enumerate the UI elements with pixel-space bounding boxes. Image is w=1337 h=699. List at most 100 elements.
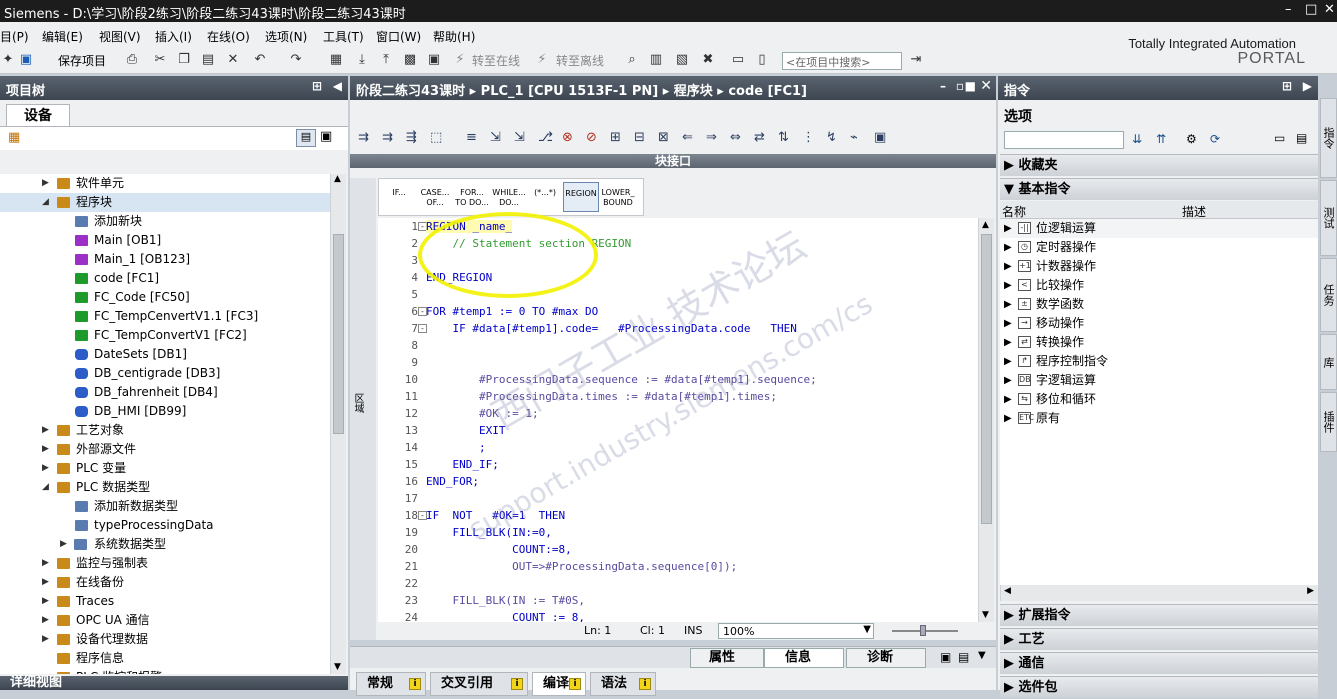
tab-info[interactable]: 信息 <box>764 648 844 668</box>
project-search-input[interactable]: <在项目中搜索> <box>782 52 902 70</box>
layout-list-icon[interactable]: ▤ <box>1296 131 1307 145</box>
go-online-icon[interactable]: ⚡ <box>452 52 468 68</box>
editor-tool-icon[interactable]: ⇄ <box>754 130 765 145</box>
options-refresh-icon[interactable]: ⟳ <box>1210 132 1220 146</box>
editor-tool-icon[interactable]: ⊟ <box>634 130 645 145</box>
breadcrumb-blocks[interactable]: 程序块 <box>674 84 713 99</box>
minimize-button[interactable]: – <box>1285 2 1292 17</box>
code-line[interactable]: OUT=>#ProcessingData.sequence[0]); <box>426 560 737 573</box>
inspector-restore-icon[interactable]: ▣ <box>940 650 951 664</box>
side-tab-instructions[interactable]: 指令 <box>1320 98 1337 178</box>
download-icon[interactable]: ⤓ <box>354 52 370 68</box>
upload-icon[interactable]: ⤒ <box>378 52 394 68</box>
instruction-item[interactable]: ▶ < 比较操作 <box>1000 276 1318 295</box>
editor-tool-icon[interactable]: ⬚ <box>430 130 442 145</box>
code-line[interactable]: EXIT <box>426 424 506 437</box>
inspector-collapse-icon[interactable]: ▼ <box>978 650 986 661</box>
cut-icon[interactable]: ✂ <box>152 52 168 68</box>
col-desc[interactable]: 描述 <box>1182 203 1206 220</box>
expand-arrow-icon[interactable]: ▶ <box>42 174 52 193</box>
editor-tool-icon[interactable]: ⌁ <box>850 130 858 145</box>
expand-arrow-icon[interactable]: ▶ <box>1004 390 1012 409</box>
editor-tool-icon[interactable]: ⇉ <box>358 130 369 145</box>
tree-item[interactable]: ▶ 在线备份 <box>0 573 330 592</box>
instruction-item[interactable]: ▶ -|| 位逻辑运算 <box>1000 219 1318 238</box>
tree-item[interactable]: 添加新块 <box>0 212 330 231</box>
editor-tool-icon[interactable]: ⇔ <box>730 130 741 145</box>
instruction-item[interactable]: ▶ ↱ 程序控制指令 <box>1000 352 1318 371</box>
editor-tool-icon[interactable]: ⇅ <box>778 130 789 145</box>
expand-arrow-icon[interactable]: ▶ <box>42 421 52 440</box>
save-icon[interactable]: ▣ <box>18 52 34 68</box>
collapse-panel-icon[interactable]: ◀ <box>333 79 342 93</box>
print-icon[interactable]: ⎙ <box>124 52 140 68</box>
expand-arrow-icon[interactable]: ▶ <box>1004 409 1012 428</box>
redo-icon[interactable]: ↷ <box>288 52 304 68</box>
tree-item[interactable]: 程序信息 <box>0 649 330 668</box>
bottom-tab[interactable]: 常规 i <box>356 672 426 696</box>
expand-arrow-icon[interactable]: ▶ <box>1004 276 1012 295</box>
zoom-select[interactable]: 100% ▼ <box>718 623 874 639</box>
collapse-panel-icon[interactable]: ▶ <box>1303 79 1312 93</box>
zoom-slider-thumb[interactable] <box>920 625 926 636</box>
instruction-hscrollbar[interactable]: ◀ ▶ <box>1000 585 1318 601</box>
template-button[interactable]: (*...*) <box>529 182 561 212</box>
editor-tool-icon[interactable]: ⊠ <box>658 130 669 145</box>
go-online-button[interactable]: 转至在线 <box>472 52 520 69</box>
template-button[interactable]: WHILE... DO... <box>491 182 527 212</box>
menu-tools[interactable]: 工具(T) <box>323 28 364 45</box>
instruction-item[interactable]: ▶ ± 数学函数 <box>1000 295 1318 314</box>
expand-arrow-icon[interactable]: ▶ <box>1004 295 1012 314</box>
tab-properties[interactable]: 属性 <box>690 648 764 668</box>
bottom-tab[interactable]: 编译 i <box>532 672 586 696</box>
tree-item[interactable]: DB_HMI [DB99] <box>0 402 330 421</box>
tab-diagnostics[interactable]: 诊断 <box>846 648 926 668</box>
expand-arrow-icon[interactable]: ▶ <box>1004 371 1012 390</box>
search-go-icon[interactable]: ⇥ <box>908 52 924 68</box>
search-up-icon[interactable]: ⇈ <box>1156 132 1166 146</box>
template-button[interactable]: REGION <box>563 182 599 212</box>
add-view-icon[interactable]: ▣ <box>320 129 332 144</box>
simulation-icon[interactable]: ▩ <box>402 52 418 68</box>
save-project-button[interactable]: 保存项目 <box>58 52 106 69</box>
basic-instructions-section[interactable]: ▼ 基本指令 <box>1000 178 1318 200</box>
communication-section[interactable]: ▶ 通信 <box>1000 652 1318 674</box>
tree-item[interactable]: Main_1 [OB123] <box>0 250 330 269</box>
search-down-icon[interactable]: ⇊ <box>1132 132 1142 146</box>
menu-view[interactable]: 视图(V) <box>99 28 141 45</box>
instruction-item[interactable]: ▶ ◷ 定时器操作 <box>1000 238 1318 257</box>
code-line[interactable]: ; <box>426 441 486 454</box>
instruction-item[interactable]: ▶ ⇄ 转换操作 <box>1000 333 1318 352</box>
detail-view-header[interactable]: 详细视图 <box>0 676 348 690</box>
editor-maximize-icon[interactable]: ■ <box>965 79 976 93</box>
expand-arrow-icon[interactable]: ▶ <box>42 440 52 459</box>
editor-tool-icon[interactable]: ⊞ <box>610 130 621 145</box>
tree-item[interactable]: Main [OB1] <box>0 231 330 250</box>
cross-reference-icon[interactable]: ▧ <box>674 52 690 68</box>
code-scrollbar[interactable]: ▲ ▼ <box>978 218 994 622</box>
tree-item[interactable]: typeProcessingData <box>0 516 330 535</box>
bottom-tab[interactable]: 交叉引用 i <box>430 672 528 696</box>
template-button[interactable]: CASE... OF... <box>417 182 453 212</box>
tree-item[interactable]: ▶ 外部源文件 <box>0 440 330 459</box>
accessible-devices-icon[interactable]: ⌕ <box>624 52 640 68</box>
block-interface-bar[interactable]: 块接口 <box>350 154 996 168</box>
editor-restore-icon[interactable]: ▫ <box>956 79 964 93</box>
expand-arrow-icon[interactable]: ▶ <box>42 630 52 649</box>
editor-tool-icon[interactable]: ≡ <box>466 130 477 145</box>
editor-tool-icon[interactable]: ⎇ <box>538 130 553 145</box>
side-tab-tasks[interactable]: 任务 <box>1320 258 1337 332</box>
instruction-item[interactable]: ▶ → 移动操作 <box>1000 314 1318 333</box>
device-config-icon[interactable]: ▣ <box>426 52 442 68</box>
new-project-icon[interactable]: ✦ <box>0 52 16 68</box>
tree-item[interactable]: ▶ 系统数据类型 <box>0 535 330 554</box>
template-button[interactable]: IF... <box>383 182 415 212</box>
expand-arrow-icon[interactable]: ▶ <box>42 592 52 611</box>
editor-close-icon[interactable]: ✕ <box>980 78 992 94</box>
tree-item[interactable]: ▶ PLC 变量 <box>0 459 330 478</box>
expand-arrow-icon[interactable]: ▶ <box>42 611 52 630</box>
tree-item[interactable]: ◢ PLC 数据类型 <box>0 478 330 497</box>
tree-item[interactable]: DB_centigrade [DB3] <box>0 364 330 383</box>
expand-arrow-icon[interactable]: ▶ <box>42 573 52 592</box>
go-offline-button[interactable]: 转至离线 <box>556 52 604 69</box>
